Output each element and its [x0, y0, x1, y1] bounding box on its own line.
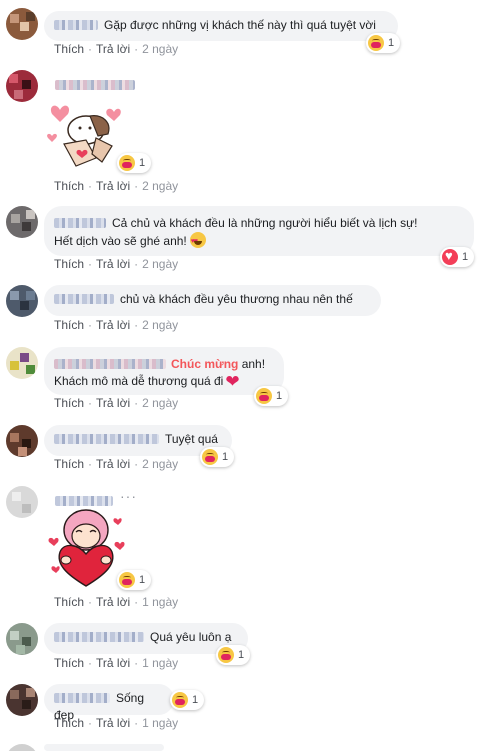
comment-time[interactable]: 1 ngày	[142, 595, 178, 609]
commenter-name[interactable]	[54, 218, 106, 228]
comment-text: anh!	[241, 357, 266, 371]
reaction-count[interactable]: 1	[216, 645, 251, 665]
like-link[interactable]: Thích	[54, 396, 84, 410]
reaction-count[interactable]: 1	[117, 153, 152, 173]
avatar[interactable]	[6, 425, 38, 457]
comment-time[interactable]: 2 ngày	[142, 396, 178, 410]
commenter-name[interactable]	[54, 693, 110, 703]
comment-actions: Thích · Trả lời · 2 ngày	[54, 457, 179, 471]
comment-actions: Thích · Trả lời · 2 ngày	[54, 257, 179, 271]
reaction-count[interactable]: 1	[200, 447, 235, 467]
comment-actions: Thích · Trả lời · 1 ngày	[54, 716, 179, 730]
care-reaction-icon	[368, 35, 384, 51]
more-options-icon[interactable]: ···	[120, 488, 137, 504]
reply-link[interactable]: Trả lời	[96, 257, 130, 271]
comment-bubble: Sống đẹp	[44, 684, 174, 722]
like-link[interactable]: Thích	[54, 42, 84, 56]
comment-actions: Thích · Trả lời · 2 ngày	[54, 396, 179, 410]
comment-time[interactable]: 2 ngày	[142, 257, 178, 271]
mention-link[interactable]: Chúc mừng	[171, 357, 238, 371]
commenter-name[interactable]	[55, 496, 113, 506]
comment-text-line2: Khách mô mà dễ thương quá đi	[54, 374, 224, 388]
reply-link[interactable]: Trả lời	[96, 42, 130, 56]
comment-time[interactable]: 1 ngày	[142, 656, 178, 670]
comment-text: chủ và khách đều yêu thương nhau nên thế	[120, 292, 353, 306]
reaction-count[interactable]: 1	[254, 386, 289, 406]
reply-link[interactable]: Trả lời	[96, 595, 130, 609]
comment-text: Quá yêu luôn ạ	[150, 630, 232, 644]
like-link[interactable]: Thích	[54, 457, 84, 471]
comment-bubble: Chúc mừng anh! Khách mô mà dễ thương quá…	[44, 347, 284, 395]
commenter-name[interactable]	[54, 632, 144, 642]
care-reaction-icon	[172, 692, 188, 708]
cat-heart-sticker	[47, 105, 121, 167]
comment-actions: Thích · Trả lời · 1 ngày	[54, 656, 179, 670]
heart-eyes-emoji-icon	[189, 232, 206, 250]
red-heart-emoji-icon: ❤	[225, 372, 240, 391]
commenter-name[interactable]	[54, 359, 166, 369]
care-reaction-icon	[202, 449, 218, 465]
comment-actions: Thích · Trả lời · 2 ngày	[54, 318, 179, 332]
like-link[interactable]: Thích	[54, 318, 84, 332]
comment-time[interactable]: 2 ngày	[142, 42, 178, 56]
reply-link[interactable]: Trả lời	[96, 457, 130, 471]
commenter-name[interactable]	[54, 294, 114, 304]
reply-link[interactable]: Trả lời	[96, 318, 130, 332]
reply-link[interactable]: Trả lời	[96, 716, 130, 730]
commenter-name[interactable]	[54, 434, 159, 444]
care-reaction-icon	[218, 647, 234, 663]
comment-bubble: Gặp được những vị khách thế này thì quá …	[44, 11, 398, 41]
like-link[interactable]: Thích	[54, 656, 84, 670]
avatar[interactable]	[6, 623, 38, 655]
care-reaction-icon	[119, 155, 135, 171]
reply-link[interactable]: Trả lời	[96, 396, 130, 410]
avatar[interactable]	[6, 285, 38, 317]
care-reaction-icon	[256, 388, 272, 404]
commenter-name[interactable]	[55, 80, 135, 90]
like-link[interactable]: Thích	[54, 716, 84, 730]
comment-text: Gặp được những vị khách thế này thì quá …	[104, 18, 376, 32]
care-reaction-icon	[119, 572, 135, 588]
reaction-count[interactable]: 1	[117, 570, 152, 590]
comment-text-line2: Hết dịch vào sẽ ghé anh!	[54, 234, 187, 248]
like-link[interactable]: Thích	[54, 257, 84, 271]
comment-time[interactable]: 1 ngày	[142, 716, 178, 730]
reaction-count[interactable]: 1	[366, 33, 401, 53]
comment-text: Tuyệt quá	[165, 432, 218, 446]
love-reaction-icon	[442, 248, 458, 265]
avatar[interactable]	[6, 486, 38, 518]
comment-bubble	[44, 744, 164, 751]
comment-bubble: Cả chủ và khách đều là những người hiểu …	[44, 206, 474, 256]
comment-actions: Thích · Trả lời · 2 ngày	[54, 179, 179, 193]
reaction-count[interactable]: 1	[170, 690, 205, 710]
reaction-count[interactable]: 1	[440, 247, 475, 267]
reply-link[interactable]: Trả lời	[96, 179, 130, 193]
avatar[interactable]	[6, 8, 38, 40]
comment-time[interactable]: 2 ngày	[142, 457, 178, 471]
commenter-name[interactable]	[54, 20, 98, 30]
avatar[interactable]	[6, 744, 38, 751]
like-link[interactable]: Thích	[54, 179, 84, 193]
like-link[interactable]: Thích	[54, 595, 84, 609]
avatar[interactable]	[6, 70, 38, 102]
avatar[interactable]	[6, 684, 38, 716]
comment-bubble: chủ và khách đều yêu thương nhau nên thế	[44, 285, 381, 316]
comment-time[interactable]: 2 ngày	[142, 179, 178, 193]
avatar[interactable]	[6, 206, 38, 238]
comment-text: Cả chủ và khách đều là những người hiểu …	[112, 216, 418, 230]
avatar[interactable]	[6, 347, 38, 379]
reply-link[interactable]: Trả lời	[96, 656, 130, 670]
comment-actions: Thích · Trả lời · 1 ngày	[54, 595, 179, 609]
comment-time[interactable]: 2 ngày	[142, 318, 178, 332]
comment-actions: Thích · Trả lời · 2 ngày	[54, 42, 179, 56]
